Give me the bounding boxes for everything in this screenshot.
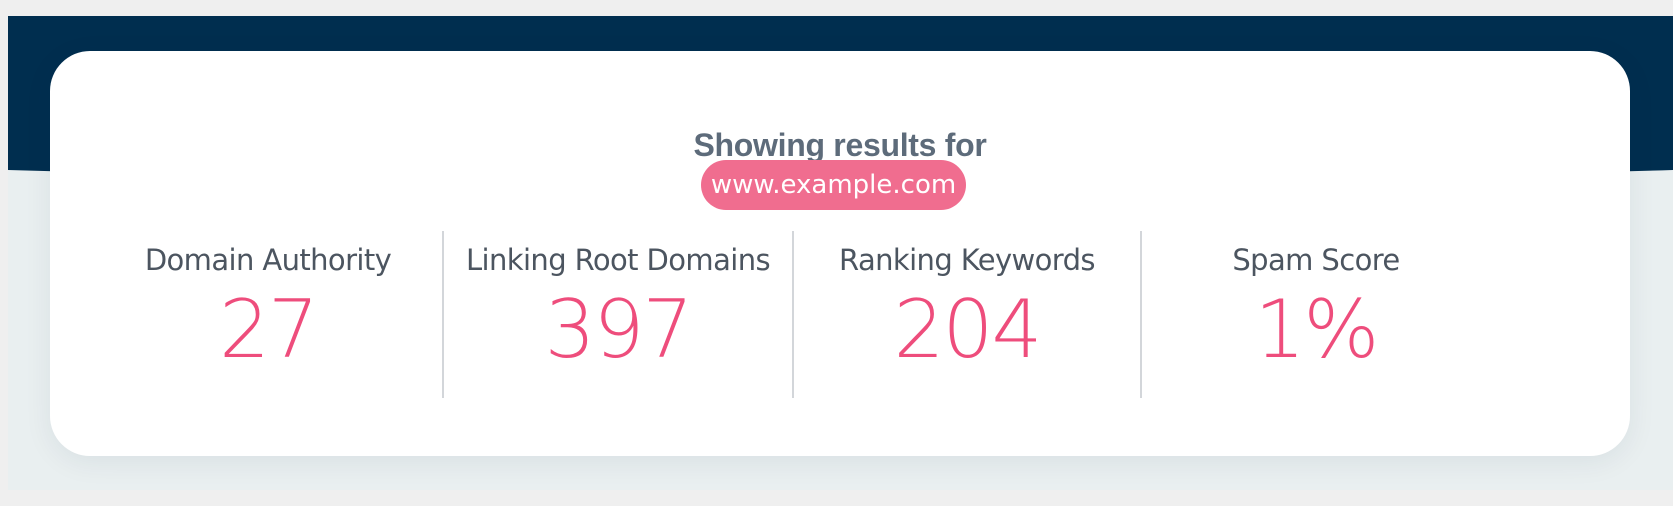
results-heading: Showing results for (693, 127, 987, 163)
metric-label: Spam Score (1232, 243, 1400, 277)
metric-value: 204 (893, 283, 1043, 376)
metric-linking-root-domains: Linking Root Domains 397 (442, 231, 792, 398)
metric-label: Ranking Keywords (839, 243, 1095, 277)
metric-label: Domain Authority (144, 243, 392, 277)
metric-value: 27 (219, 283, 319, 376)
metric-spam-score: Spam Score 1% (1140, 231, 1490, 398)
results-panel: Showing results for www.example.com Doma… (8, 16, 1673, 490)
metric-ranking-keywords: Ranking Keywords 204 (792, 231, 1140, 398)
metric-value: 1% (1254, 283, 1380, 376)
domain-badge: www.example.com (701, 160, 966, 210)
metric-value: 397 (544, 283, 694, 376)
metric-label: Linking Root Domains (465, 243, 771, 277)
domain-metrics-card: Showing results for www.example.com Doma… (50, 51, 1630, 456)
metric-domain-authority: Domain Authority 27 (94, 231, 442, 398)
